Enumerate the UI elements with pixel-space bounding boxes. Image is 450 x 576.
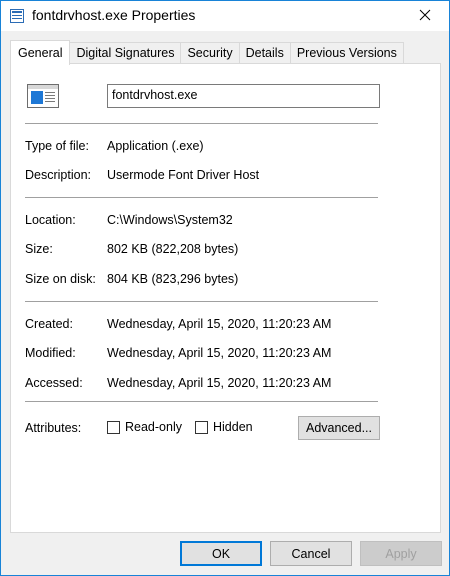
apply-button[interactable]: Apply (360, 541, 442, 566)
accessed-value: Wednesday, April 15, 2020, 11:20:23 AM (107, 376, 332, 390)
divider (25, 197, 378, 198)
created-label: Created: (25, 317, 73, 331)
file-name-field[interactable]: fontdrvhost.exe (107, 84, 380, 108)
tab-previous-versions[interactable]: Previous Versions (289, 42, 404, 63)
modified-label: Modified: (25, 346, 76, 360)
description-value: Usermode Font Driver Host (107, 168, 260, 182)
tab-security[interactable]: Security (180, 42, 240, 63)
created-value: Wednesday, April 15, 2020, 11:20:23 AM (107, 317, 332, 331)
close-button[interactable] (407, 3, 443, 29)
location-label: Location: (25, 213, 76, 227)
accessed-label: Accessed: (25, 376, 83, 390)
description-label: Description: (25, 168, 91, 182)
divider (25, 301, 378, 302)
attributes-label: Attributes: (25, 421, 82, 435)
properties-icon (10, 9, 24, 23)
ok-button[interactable]: OK (180, 541, 262, 566)
close-icon (419, 9, 431, 24)
size-value: 802 KB (822,208 bytes) (107, 242, 239, 256)
divider (25, 401, 378, 402)
modified-value: Wednesday, April 15, 2020, 11:20:23 AM (107, 346, 332, 360)
general-panel: fontdrvhost.exe Type of file: Applicatio… (10, 63, 441, 533)
advanced-button[interactable]: Advanced... (298, 416, 380, 440)
tab-details[interactable]: Details (238, 42, 291, 63)
readonly-checkbox-group[interactable]: Read-only (107, 420, 182, 434)
type-of-file-value: Application (.exe) (107, 139, 204, 153)
cancel-button[interactable]: Cancel (270, 541, 352, 566)
title-bar[interactable]: fontdrvhost.exe Properties (1, 1, 449, 31)
readonly-checkbox[interactable] (107, 420, 120, 434)
hidden-checkbox-group[interactable]: Hidden (195, 420, 253, 434)
hidden-checkbox[interactable] (195, 420, 208, 434)
tab-strip: General Digital Signatures Security Deta… (10, 40, 404, 65)
size-on-disk-value: 804 KB (823,296 bytes) (107, 272, 239, 286)
divider (25, 123, 378, 124)
size-label: Size: (25, 242, 53, 256)
window-title: fontdrvhost.exe Properties (32, 7, 196, 23)
properties-dialog: fontdrvhost.exe Properties General Digit… (0, 0, 450, 576)
hidden-label[interactable]: Hidden (213, 420, 253, 434)
exe-window-icon (27, 84, 59, 108)
tab-digital-signatures[interactable]: Digital Signatures (69, 42, 182, 63)
type-of-file-label: Type of file: (25, 139, 89, 153)
size-on-disk-label: Size on disk: (25, 272, 96, 286)
tab-general[interactable]: General (10, 40, 71, 65)
readonly-label[interactable]: Read-only (125, 420, 182, 434)
location-value: C:\Windows\System32 (107, 213, 233, 227)
